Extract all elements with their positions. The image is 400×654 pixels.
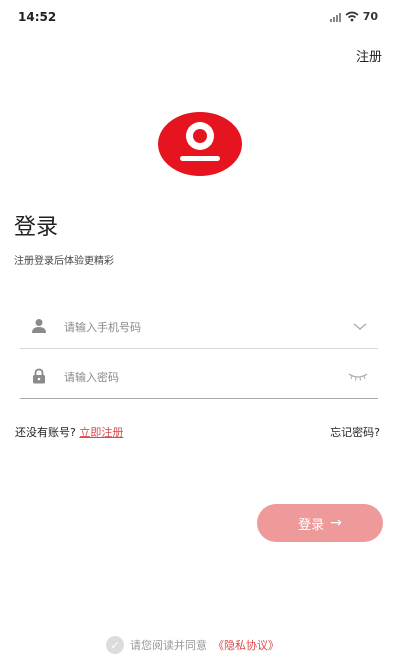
password-input[interactable]	[62, 366, 336, 388]
logo-lens	[186, 122, 214, 150]
chevron-down-icon[interactable]	[352, 320, 368, 332]
page-title: 登录	[14, 215, 59, 240]
logo-base-bar	[180, 156, 220, 161]
register-now-link[interactable]: 立即注册	[79, 426, 123, 439]
status-icons: 70	[329, 10, 378, 23]
wifi-icon	[345, 11, 359, 22]
no-account-text: 还没有账号?	[15, 426, 76, 439]
lock-icon	[33, 368, 45, 384]
forgot-password-link[interactable]: 忘记密码?	[330, 424, 380, 440]
arrow-right-icon: →	[330, 515, 342, 531]
phone-field	[20, 304, 378, 349]
no-account-prompt: 还没有账号? 立即注册	[15, 424, 123, 440]
privacy-policy-link[interactable]: 《隐私协议》	[213, 637, 279, 653]
status-bar: 14:52 70	[0, 0, 400, 36]
login-button[interactable]: 登录 →	[257, 504, 383, 542]
logo-lens-dot	[193, 129, 207, 143]
battery-indicator: 70	[362, 10, 378, 23]
agreement-checkbox[interactable]: ✓	[106, 636, 124, 654]
agreement-row: ✓ 请您阅读并同意 《隐私协议》	[106, 636, 279, 654]
user-icon	[32, 319, 46, 333]
page-subtitle: 注册登录后体验更精彩	[14, 256, 114, 267]
password-field	[20, 354, 378, 399]
register-link[interactable]: 注册	[356, 46, 382, 65]
phone-input[interactable]	[62, 316, 336, 338]
agreement-text: 请您阅读并同意	[130, 639, 207, 652]
login-button-label: 登录	[298, 517, 325, 533]
status-time: 14:52	[18, 10, 57, 24]
signal-icon	[329, 12, 341, 22]
app-logo-icon	[158, 112, 242, 176]
eye-closed-icon[interactable]	[348, 370, 368, 382]
